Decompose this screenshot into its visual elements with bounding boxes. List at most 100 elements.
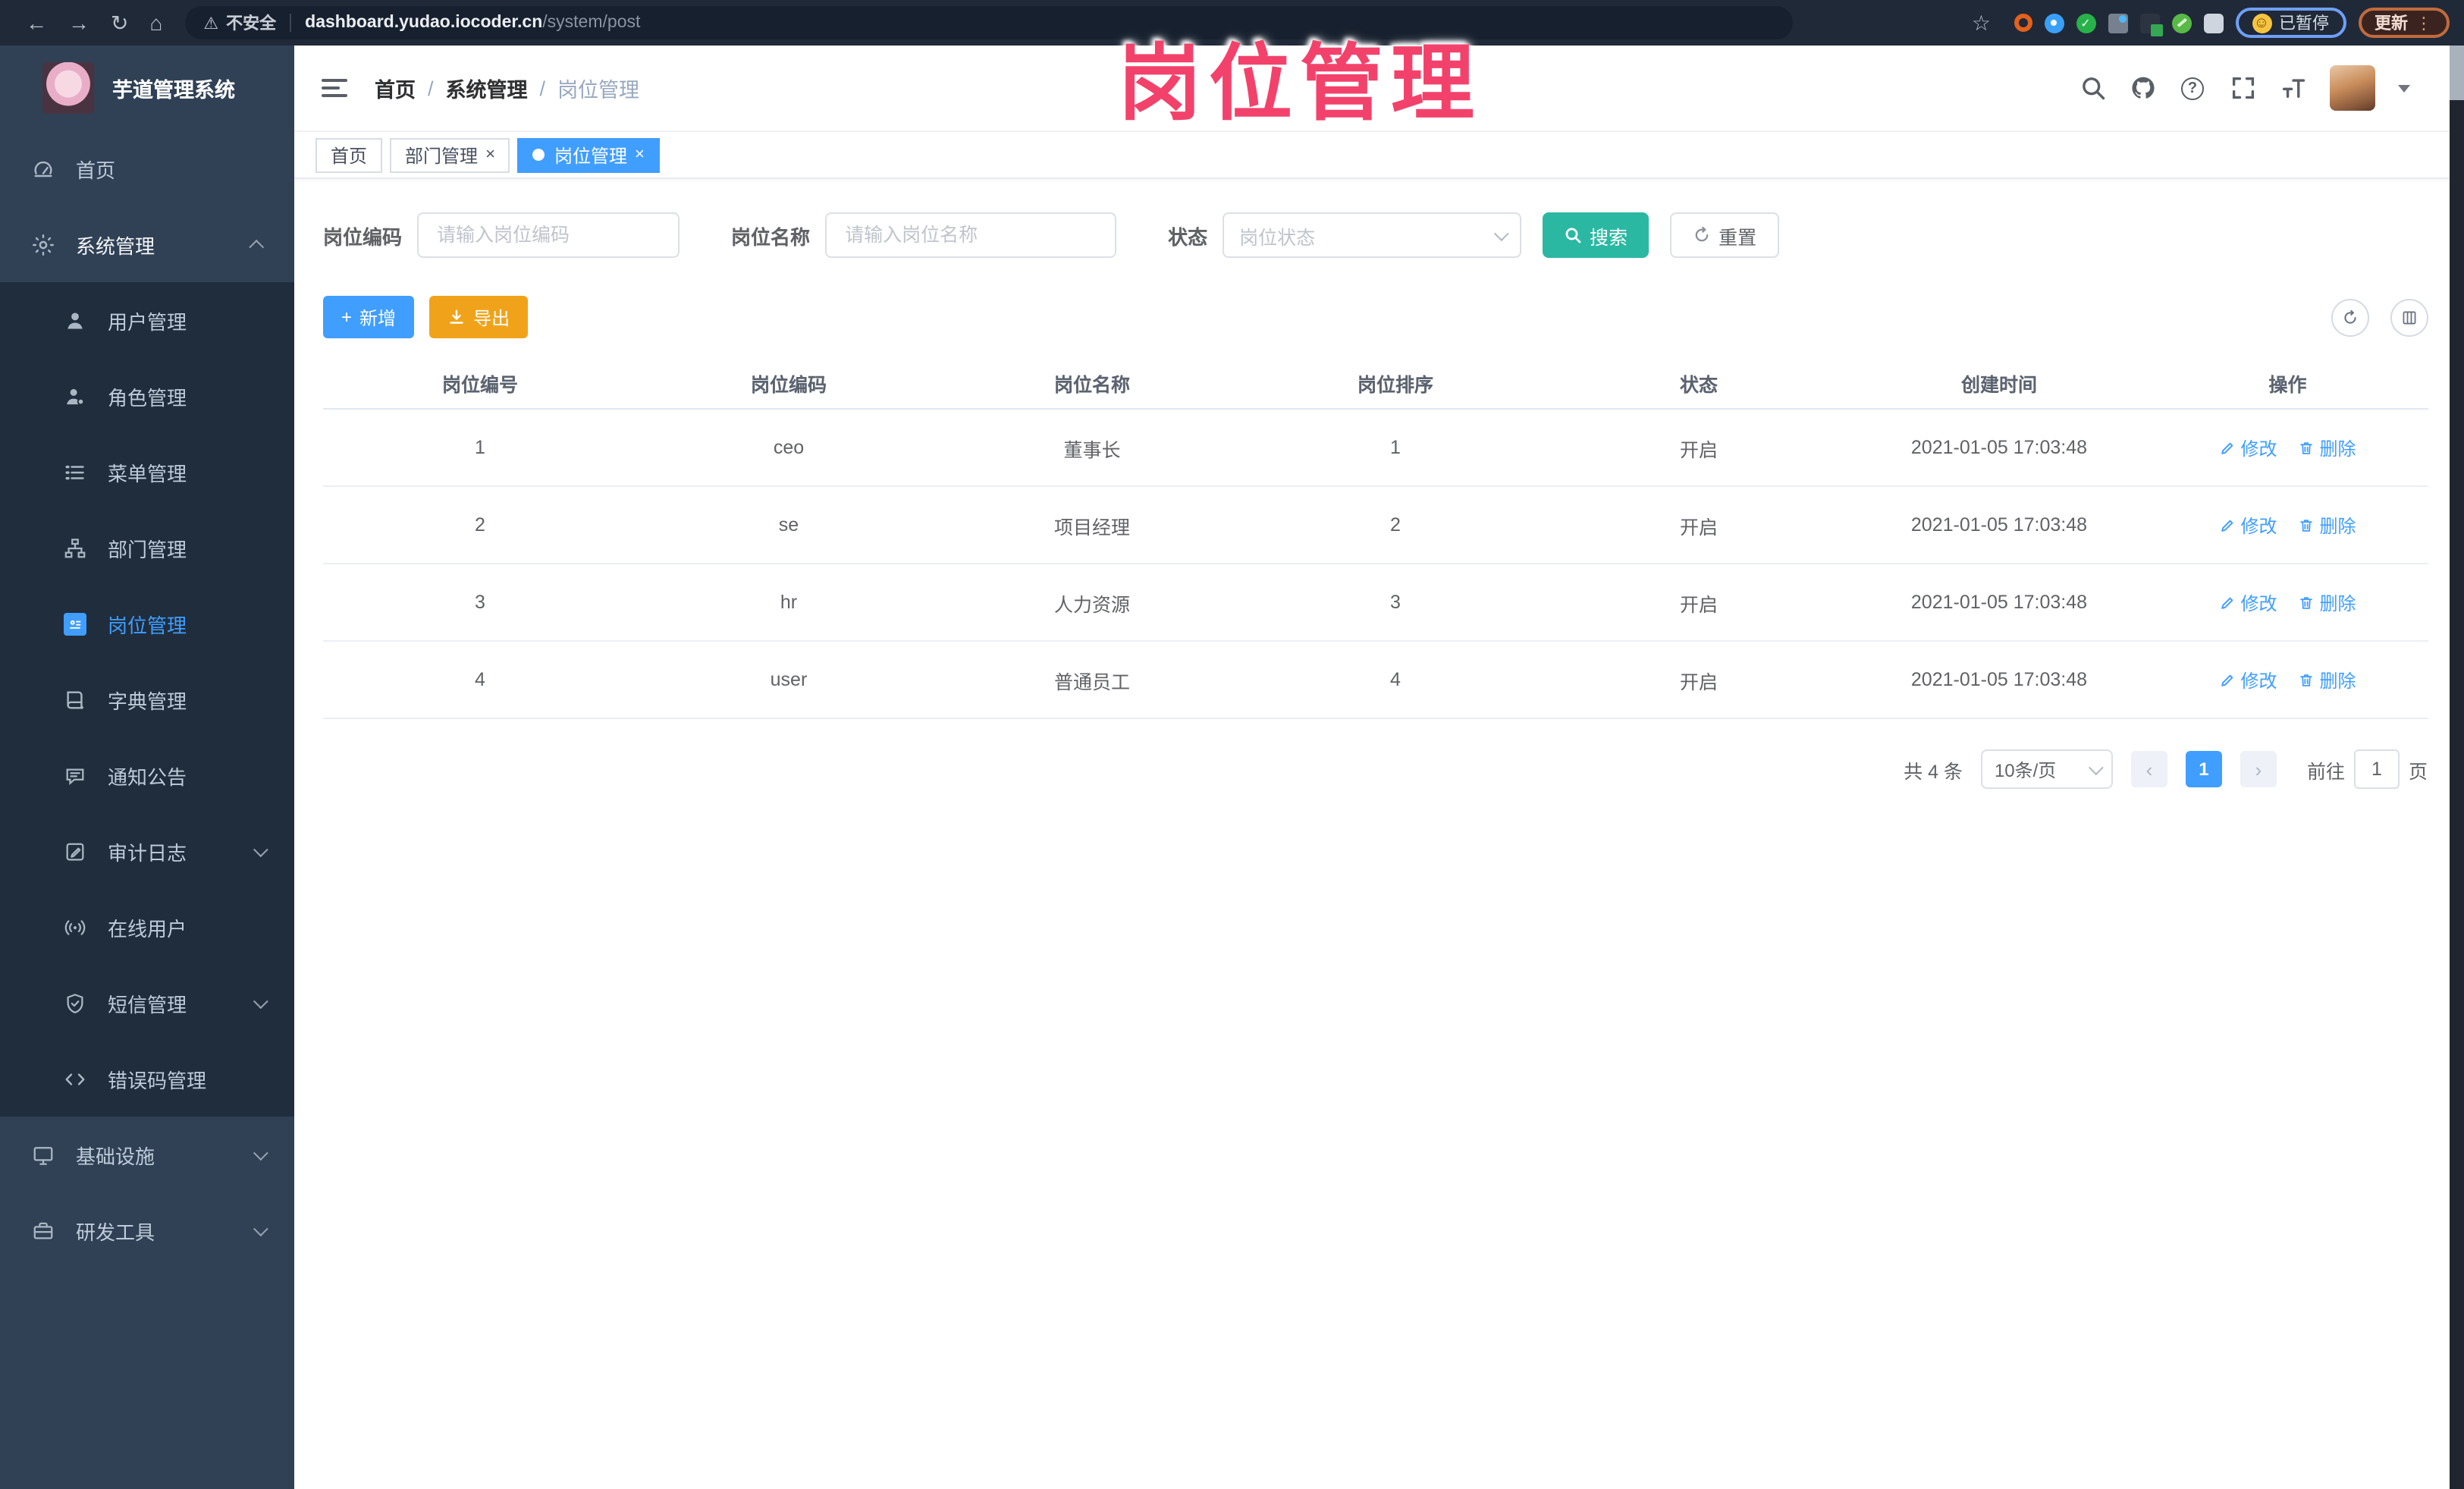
sidebar-item-users[interactable]: 用户管理 [0, 282, 294, 358]
edit-link[interactable]: 修改 [2219, 667, 2277, 693]
pencil-icon [2219, 671, 2236, 688]
table-row: 1 ceo 董事长 1 开启 2021-01-05 17:03:48 修改 删除 [323, 410, 2428, 487]
search-button[interactable]: 搜索 [1543, 212, 1649, 258]
not-secure-label: 不安全 [226, 15, 277, 33]
back-icon[interactable]: ← [26, 12, 47, 33]
extension-sliders-icon[interactable] [2108, 13, 2127, 33]
sidebar-item-posts[interactable]: 岗位管理 [0, 586, 294, 661]
announcement-icon [64, 764, 86, 787]
extension-leaf-icon[interactable] [2171, 13, 2191, 33]
sidebar-item-system[interactable]: 系统管理 [0, 206, 294, 282]
post-name-input[interactable] [825, 212, 1117, 258]
bookmark-star-icon[interactable]: ☆ [1972, 12, 1991, 33]
list-icon [64, 460, 86, 483]
page-content: 岗位编码 岗位名称 状态 岗位状态 搜索 [294, 179, 2464, 1489]
tags-view-bar: 首页 部门管理 × 岗位管理 × [294, 132, 2464, 179]
status-text: 开启 [1679, 671, 1718, 693]
edit-log-icon [64, 840, 86, 862]
chevron-up-icon [249, 238, 265, 254]
delete-link[interactable]: 删除 [2299, 435, 2356, 460]
edit-link[interactable]: 修改 [2219, 435, 2277, 460]
table-row: 4 user 普通员工 4 开启 2021-01-05 17:03:48 修改 … [323, 642, 2428, 719]
close-icon[interactable]: × [635, 146, 645, 164]
table-row: 2 se 项目经理 2 开启 2021-01-05 17:03:48 修改 删除 [323, 487, 2428, 564]
breadcrumb-system[interactable]: 系统管理 [446, 73, 528, 103]
toolbox-icon [32, 1219, 55, 1242]
edit-link[interactable]: 修改 [2219, 589, 2277, 615]
address-bar[interactable]: ⚠ 不安全 dashboard.yudao.iocoder.cn/system/… [185, 6, 1794, 39]
breadcrumb-home[interactable]: 首页 [375, 73, 416, 103]
chevron-down-icon [253, 1220, 268, 1236]
sidebar-item-dev-tools[interactable]: 研发工具 [0, 1192, 294, 1268]
app-logo[interactable]: 芋道管理系统 [0, 46, 294, 130]
url-text: dashboard.yudao.iocoder.cn/system/post [305, 14, 641, 32]
page-scrollbar[interactable] [2450, 46, 2464, 1489]
reset-button[interactable]: 重置 [1670, 212, 1780, 258]
browser-menu-icon[interactable]: ⋮ [2415, 13, 2432, 33]
chevron-down-icon [2088, 759, 2104, 775]
fullscreen-icon[interactable] [2229, 74, 2256, 102]
post-code-input[interactable] [417, 212, 680, 258]
code-icon [64, 1067, 86, 1090]
extension-check-icon[interactable]: ×✓ [2076, 13, 2095, 33]
sidebar-item-infrastructure[interactable]: 基础设施 [0, 1117, 294, 1192]
breadcrumb-current: 岗位管理 [557, 79, 640, 102]
extension-tag-manager-icon[interactable] [2139, 13, 2162, 36]
sidebar-item-dictionary[interactable]: 字典管理 [0, 661, 294, 737]
sidebar-item-roles[interactable]: 角色管理 [0, 358, 294, 434]
prev-page-button[interactable]: ‹ [2130, 751, 2167, 787]
user-avatar[interactable] [2329, 65, 2375, 111]
extension-pin-icon[interactable] [2044, 13, 2064, 33]
github-icon[interactable] [2129, 74, 2156, 102]
close-icon[interactable]: × [485, 146, 495, 164]
table-toolbar: + 新增 导出 [323, 296, 2428, 338]
help-icon[interactable]: ? [2179, 74, 2206, 102]
sidebar-collapse-icon[interactable] [322, 74, 347, 102]
sidebar-item-departments[interactable]: 部门管理 [0, 510, 294, 586]
magnifier-icon [1564, 226, 1582, 244]
delete-link[interactable]: 删除 [2299, 589, 2356, 615]
sidebar-item-sms[interactable]: 短信管理 [0, 965, 294, 1041]
tab-home[interactable]: 首页 [315, 137, 383, 172]
column-settings-button[interactable] [2390, 298, 2428, 336]
avatar-caret-icon[interactable] [2397, 84, 2409, 92]
sidebar-item-home[interactable]: 首页 [0, 130, 294, 206]
post-name-label: 岗位名称 [731, 225, 811, 248]
tab-departments[interactable]: 部门管理 × [390, 137, 510, 172]
chevron-down-icon [253, 993, 268, 1009]
scrollbar-thumb[interactable] [2450, 46, 2464, 100]
delete-link[interactable]: 删除 [2299, 512, 2356, 538]
update-button[interactable]: 更新 ⋮ [2358, 8, 2449, 38]
paused-badge[interactable]: ☺ 已暂停 [2235, 8, 2346, 38]
home-icon[interactable]: ⌂ [149, 12, 162, 33]
refresh-table-button[interactable] [2331, 298, 2368, 336]
reload-icon[interactable]: ↻ [111, 12, 128, 33]
edit-link[interactable]: 修改 [2219, 512, 2277, 538]
tab-posts[interactable]: 岗位管理 × [517, 137, 660, 172]
extensions-puzzle-icon[interactable] [2203, 13, 2223, 33]
status-select[interactable]: 岗位状态 [1223, 212, 1522, 258]
sidebar-item-notices[interactable]: 通知公告 [0, 737, 294, 813]
column-header: 状态 [1679, 375, 1718, 396]
goto-page-input[interactable] [2353, 749, 2400, 789]
sidebar-item-error-codes[interactable]: 错误码管理 [0, 1041, 294, 1117]
page-number-button[interactable]: 1 [2185, 751, 2222, 787]
column-header: 操作 [2268, 375, 2307, 396]
sidebar-item-audit-log[interactable]: 审计日志 [0, 813, 294, 889]
page-size-select[interactable]: 10条/页 [1980, 749, 2113, 789]
shield-icon [64, 991, 86, 1014]
forward-icon[interactable]: → [68, 12, 89, 33]
trash-icon [2299, 439, 2315, 456]
status-text: 开启 [1679, 517, 1718, 538]
sidebar-item-online-users[interactable]: 在线用户 [0, 889, 294, 965]
active-dot [532, 149, 545, 161]
next-page-button[interactable]: › [2240, 751, 2277, 787]
sidebar-item-menus[interactable]: 菜单管理 [0, 434, 294, 510]
add-button[interactable]: + 新增 [323, 296, 415, 338]
extension-orange-icon[interactable] [2014, 14, 2032, 32]
export-button[interactable]: 导出 [429, 296, 529, 338]
delete-link[interactable]: 删除 [2299, 667, 2356, 693]
search-icon[interactable] [2079, 74, 2106, 102]
not-secure-icon: ⚠ [203, 14, 219, 33]
font-size-icon[interactable] [2279, 74, 2306, 102]
